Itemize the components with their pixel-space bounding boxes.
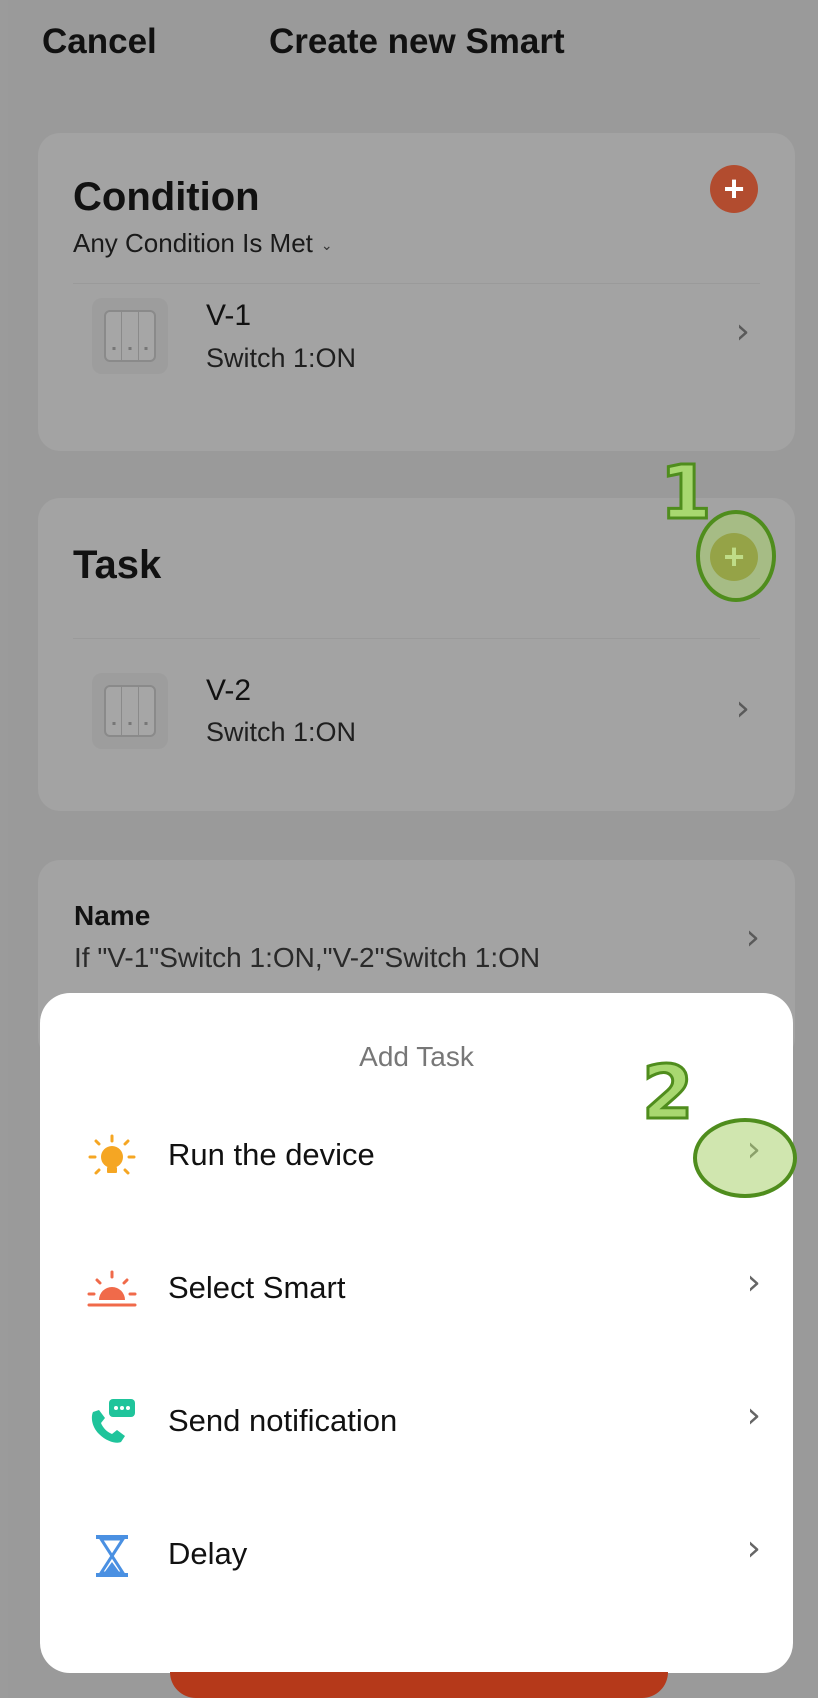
chevron-right-icon[interactable]: › [747,1528,761,1569]
chevron-right-icon[interactable]: › [736,311,750,352]
sheet-item-label: Select Smart [168,1270,346,1305]
switch-device-icon [92,298,168,374]
condition-mode-label: Any Condition Is Met [73,228,313,258]
cancel-button[interactable]: Cancel [42,22,157,62]
sheet-item-label: Send notification [168,1403,398,1438]
annotation-step-2: 2 [641,1049,695,1138]
sheet-item-label: Delay [168,1536,248,1571]
annotation-step-1: 1 [659,449,713,538]
name-value: If "V-1"Switch 1:ON,"V-2"Switch 1:ON [74,942,541,973]
bulb-icon [84,1129,140,1185]
sheet-item-label: Run the device [168,1137,375,1172]
name-label: Name [74,900,151,931]
condition-device-state: Switch 1:ON [206,343,357,373]
add-condition-button[interactable]: + [710,165,758,213]
page-title: Create new Smart [269,22,565,61]
condition-card: Condition Any Condition Is Met ⌄ + V-1 Sw… [38,133,795,451]
chevron-right-icon[interactable]: › [746,917,760,958]
switch-device-icon [92,673,168,749]
task-title: Task [73,543,162,587]
sunrise-icon [84,1262,140,1318]
header: Cancel Create new Smart [0,0,818,90]
divider [73,283,760,284]
sheet-item-select-smart[interactable]: Select Smart › [40,1236,793,1346]
chevron-down-icon: ⌄ [320,236,333,253]
condition-title: Condition [73,175,260,219]
annotation-ring-1 [696,510,776,602]
hourglass-icon [84,1528,140,1584]
phone-message-icon [84,1395,140,1451]
task-device-name: V-2 [206,674,252,707]
sheet-item-delay[interactable]: Delay › [40,1502,793,1612]
condition-mode-dropdown[interactable]: Any Condition Is Met ⌄ [73,228,333,259]
sheet-item-send-notification[interactable]: Send notification › [40,1369,793,1479]
task-device-state: Switch 1:ON [206,717,357,747]
annotation-ring-2 [693,1118,797,1198]
task-card: Task + V-2 Switch 1:ON › [38,498,795,811]
primary-action-bar [170,1672,668,1698]
condition-device-name: V-1 [206,299,252,332]
divider [73,638,760,639]
chevron-right-icon[interactable]: › [747,1262,761,1303]
chevron-right-icon[interactable]: › [736,688,750,729]
chevron-right-icon[interactable]: › [747,1395,761,1436]
